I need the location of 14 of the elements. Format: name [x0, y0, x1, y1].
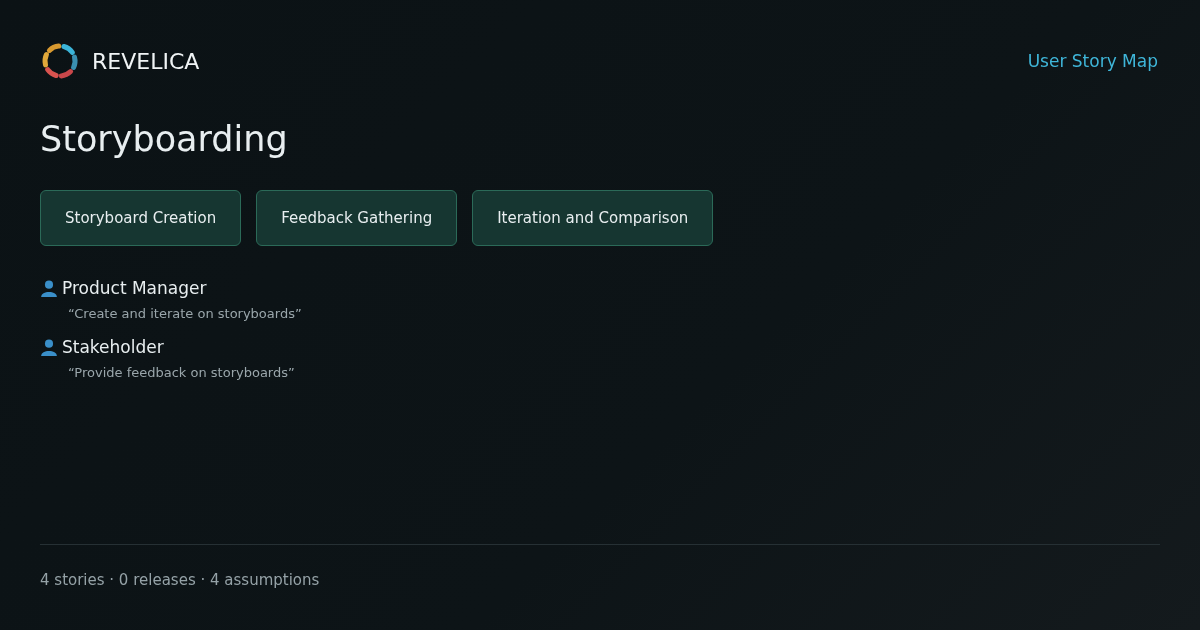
person-icon — [40, 338, 58, 356]
activity-button[interactable]: Storyboard Creation — [40, 190, 242, 246]
page-title: Storyboarding — [40, 118, 289, 160]
activity-button[interactable]: Feedback Gathering — [256, 190, 458, 246]
activity-button[interactable]: Iteration and Comparison — [472, 190, 714, 246]
person-icon — [40, 279, 58, 297]
story-map-link[interactable]: User Story Map — [1027, 51, 1158, 71]
logo-icon — [40, 41, 80, 81]
persona-name: Product Manager — [62, 278, 207, 298]
persona-quote: “Create and iterate on storyboards” — [68, 306, 303, 321]
persona-name: Stakeholder — [62, 337, 164, 357]
persona-quote: “Provide feedback on storyboards” — [68, 365, 296, 380]
summary-text: 4 stories · 0 releases · 4 assumptions — [40, 571, 320, 589]
brand-name: REVELICA — [92, 48, 200, 74]
